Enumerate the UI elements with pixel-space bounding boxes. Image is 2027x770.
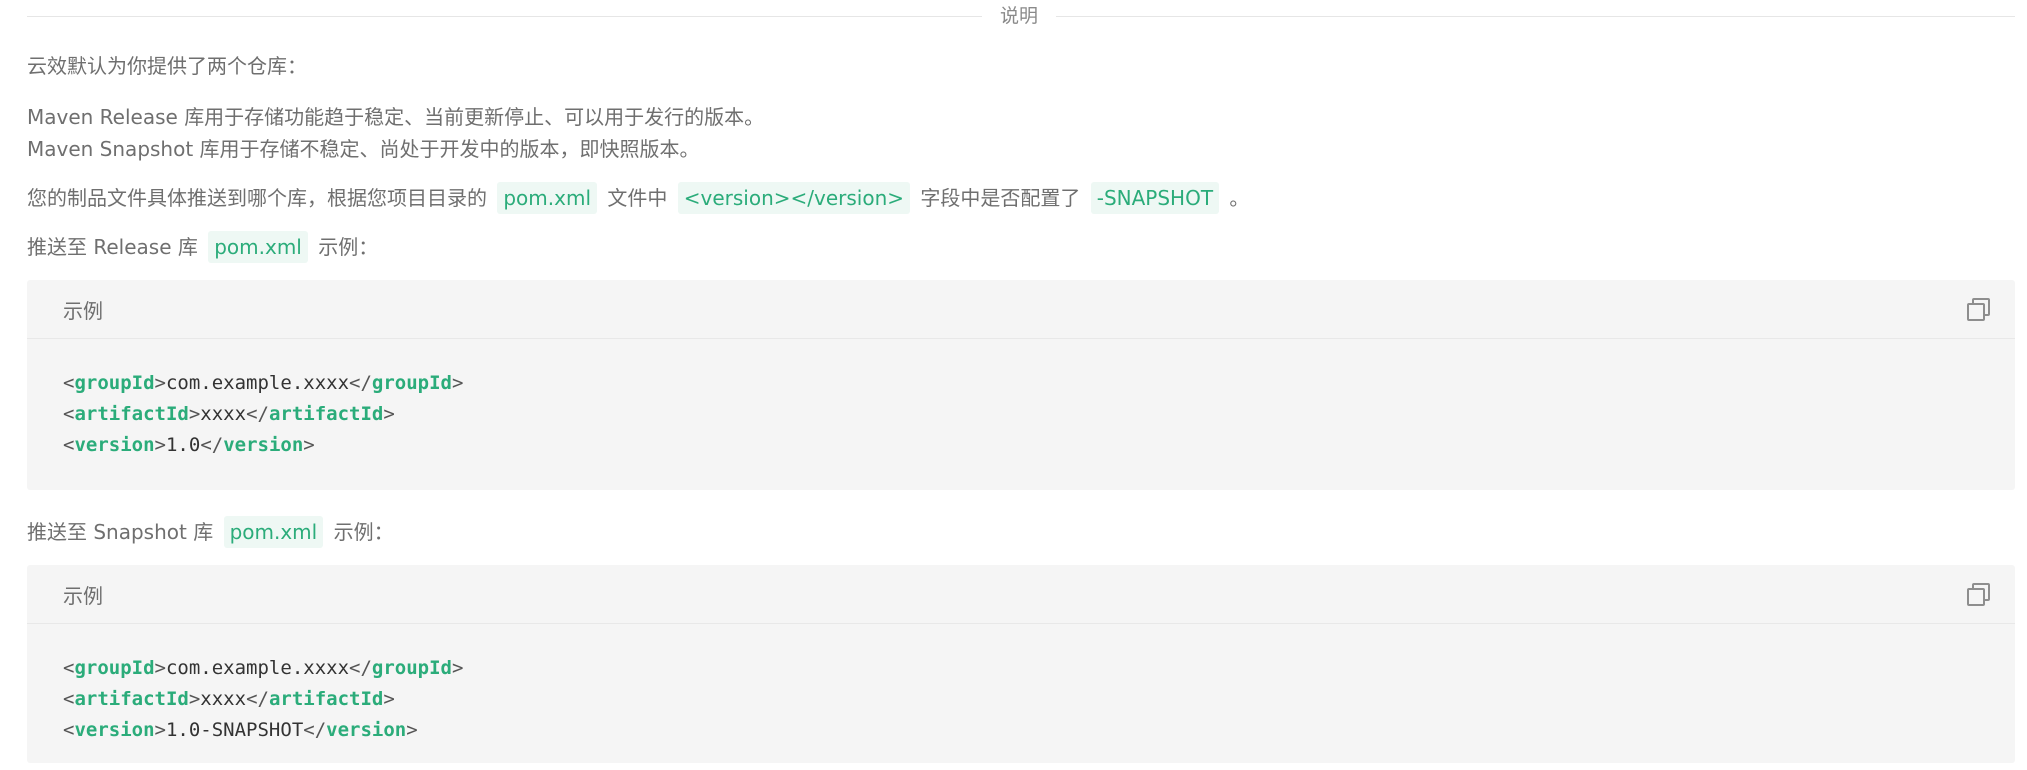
inline-code-pom: pom.xml [497,182,598,214]
snapshot-heading-code: pom.xml [223,516,324,548]
section-divider: 说明 [27,0,2015,32]
intro-text: 云效默认为你提供了两个仓库： [27,54,307,78]
release-heading-code: pom.xml [208,231,308,263]
release-code-body: <groupId>com.example.xxxx</groupId> <art… [27,339,2015,485]
snapshot-heading: 推送至 Snapshot 库 pom.xml 示例： [27,516,394,548]
release-heading: 推送至 Release 库 pom.xml 示例： [27,231,378,263]
code-line: <version>1.0</version> [63,434,315,456]
inline-code-snapshot: -SNAPSHOT [1090,182,1220,214]
push-rule-part4: 。 [1229,186,1250,210]
inline-code-version: <version></version> [677,182,911,214]
push-rule-part2: 文件中 [607,186,668,210]
snapshot-code-body: <groupId>com.example.xxxx</groupId> <art… [27,624,2015,770]
divider-line-right [1056,15,2015,17]
snapshot-example-block: 示例 <groupId>com.example.xxxx</groupId> <… [27,565,2015,763]
snapshot-heading-prefix: 推送至 Snapshot 库 [27,520,214,544]
release-heading-suffix: 示例： [318,235,379,259]
push-rule-part3: 字段中是否配置了 [920,186,1081,210]
release-description: Maven Release 库用于存储功能趋于稳定、当前更新停止、可以用于发行的… [27,105,765,129]
release-example-block: 示例 <groupId>com.example.xxxx</groupId> <… [27,280,2015,490]
code-line: <version>1.0-SNAPSHOT</version> [63,719,418,741]
push-rule-text: 您的制品文件具体推送到哪个库，根据您项目目录的 pom.xml 文件中 <ver… [27,182,1249,214]
code-line: <artifactId>xxxx</artifactId> [63,403,395,425]
release-heading-prefix: 推送至 Release 库 [27,235,198,259]
release-example-label: 示例 [63,298,103,323]
copy-icon[interactable] [1964,296,1990,322]
code-line: <artifactId>xxxx</artifactId> [63,688,395,710]
divider-line-left [27,15,982,17]
snapshot-description: Maven Snapshot 库用于存储不稳定、尚处于开发中的版本，即快照版本。 [27,137,700,161]
snapshot-example-header: 示例 [27,565,2015,624]
snapshot-example-label: 示例 [63,583,103,608]
code-line: <groupId>com.example.xxxx</groupId> [63,657,464,679]
snapshot-heading-suffix: 示例： [333,520,394,544]
divider-title: 说明 [1000,5,1039,27]
push-rule-part1: 您的制品文件具体推送到哪个库，根据您项目目录的 [27,186,487,210]
copy-icon[interactable] [1964,581,1990,607]
release-example-header: 示例 [27,280,2015,339]
code-line: <groupId>com.example.xxxx</groupId> [63,372,464,394]
